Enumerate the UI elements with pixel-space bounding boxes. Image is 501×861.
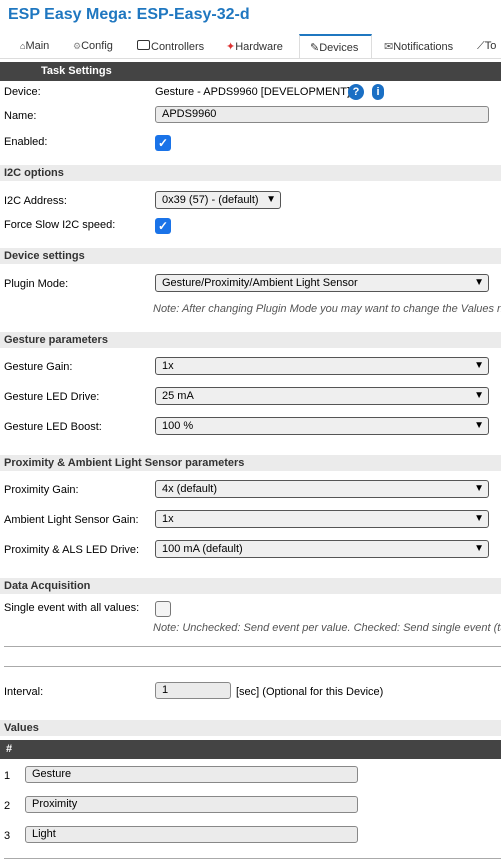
prox-led-select[interactable]: 100 mA (default) ▼ [155, 540, 489, 558]
values-table-header: # [0, 740, 501, 759]
chevron-down-icon: ▼ [474, 513, 484, 524]
chevron-down-icon: ▼ [474, 277, 484, 288]
chevron-down-icon: ▼ [266, 194, 276, 205]
pin-icon: ✦ [226, 41, 236, 53]
single-event-checkbox[interactable] [155, 601, 171, 617]
gear-icon: ⚙ [73, 41, 82, 51]
chevron-down-icon: ▼ [474, 360, 484, 371]
prox-led-label: Proximity & ALS LED Drive: [4, 544, 140, 556]
section-values: Values [0, 720, 501, 736]
chat-icon [137, 40, 150, 50]
tab-hardware[interactable]: ✦Hardware [226, 40, 283, 53]
prox-gain-label: Proximity Gain: [4, 484, 79, 496]
tab-main[interactable]: ⌂Main [20, 40, 49, 52]
section-data-acquisition: Data Acquisition [0, 578, 501, 594]
single-event-label: Single event with all values: [4, 602, 140, 614]
section-i2c: I2C options [0, 165, 501, 181]
section-device-settings: Device settings [0, 248, 501, 264]
device-value: Gesture - APDS9960 [DEVELOPMENT] [155, 86, 351, 98]
divider [4, 646, 501, 647]
wrench-icon: ⟋ [477, 40, 485, 52]
value-name-input[interactable]: Gesture [25, 766, 358, 783]
chevron-down-icon: ▼ [474, 390, 484, 401]
i2c-address-select[interactable]: 0x39 (57) - (default) ▼ [155, 191, 281, 209]
page-title: ESP Easy Mega: ESP-Easy-32-d [8, 6, 250, 23]
plugin-mode-label: Plugin Mode: [4, 278, 69, 290]
value-row-number: 2 [4, 800, 11, 812]
plugin-mode-select[interactable]: Gesture/Proximity/Ambient Light Sensor ▼ [155, 274, 489, 292]
plugin-mode-note: Note: After changing Plugin Mode you may… [153, 303, 501, 315]
plug-icon: ✎ [310, 42, 320, 54]
tab-config[interactable]: ⚙Config [73, 40, 113, 52]
gesture-boost-label: Gesture LED Boost: [4, 421, 102, 433]
help-icon[interactable]: ? [348, 84, 364, 100]
single-event-note: Note: Unchecked: Send event per value. C… [153, 622, 501, 634]
chevron-down-icon: ▼ [474, 543, 484, 554]
value-name-input[interactable]: Proximity [25, 796, 358, 813]
tab-bar: ⌂Main ⚙Config Controllers ✦Hardware ✎Dev… [0, 34, 501, 59]
name-label: Name: [4, 110, 37, 122]
tab-devices[interactable]: ✎Devices [299, 34, 372, 58]
divider [4, 666, 501, 667]
divider [4, 858, 501, 859]
enabled-label: Enabled: [4, 136, 48, 148]
gesture-led-select[interactable]: 25 mA ▼ [155, 387, 489, 405]
chevron-down-icon: ▼ [474, 420, 484, 431]
i2c-address-label: I2C Address: [4, 195, 67, 207]
chevron-down-icon: ▼ [474, 483, 484, 494]
slow-i2c-label: Force Slow I2C speed: [4, 219, 116, 231]
interval-label: Interval: [4, 686, 44, 698]
tab-notifications[interactable]: ✉Notifications [384, 40, 453, 53]
name-input[interactable]: APDS9960 [155, 106, 489, 123]
gesture-gain-label: Gesture Gain: [4, 361, 73, 373]
tab-tools[interactable]: ⟋To [477, 40, 496, 53]
prox-gain-select[interactable]: 4x (default) ▼ [155, 480, 489, 498]
info-icon[interactable]: i [372, 84, 384, 100]
interval-unit: [sec] (Optional for this Device) [236, 686, 384, 698]
slow-i2c-checkbox[interactable]: ✓ [155, 218, 171, 234]
enabled-checkbox[interactable]: ✓ [155, 135, 171, 151]
als-gain-select[interactable]: 1x ▼ [155, 510, 489, 528]
task-settings-header: Task Settings [0, 62, 501, 81]
gesture-boost-select[interactable]: 100 % ▼ [155, 417, 489, 435]
interval-input[interactable]: 1 [155, 682, 231, 699]
gesture-led-label: Gesture LED Drive: [4, 391, 100, 403]
value-name-input[interactable]: Light [25, 826, 358, 843]
value-row-number: 1 [4, 770, 11, 782]
section-gesture: Gesture parameters [0, 332, 501, 348]
tab-controllers[interactable]: Controllers [137, 40, 204, 53]
als-gain-label: Ambient Light Sensor Gain: [4, 514, 139, 526]
gesture-gain-select[interactable]: 1x ▼ [155, 357, 489, 375]
mail-icon: ✉ [384, 41, 394, 53]
value-row-number: 3 [4, 830, 11, 842]
section-proximity: Proximity & Ambient Light Sensor paramet… [0, 455, 501, 471]
device-label: Device: [4, 86, 41, 98]
